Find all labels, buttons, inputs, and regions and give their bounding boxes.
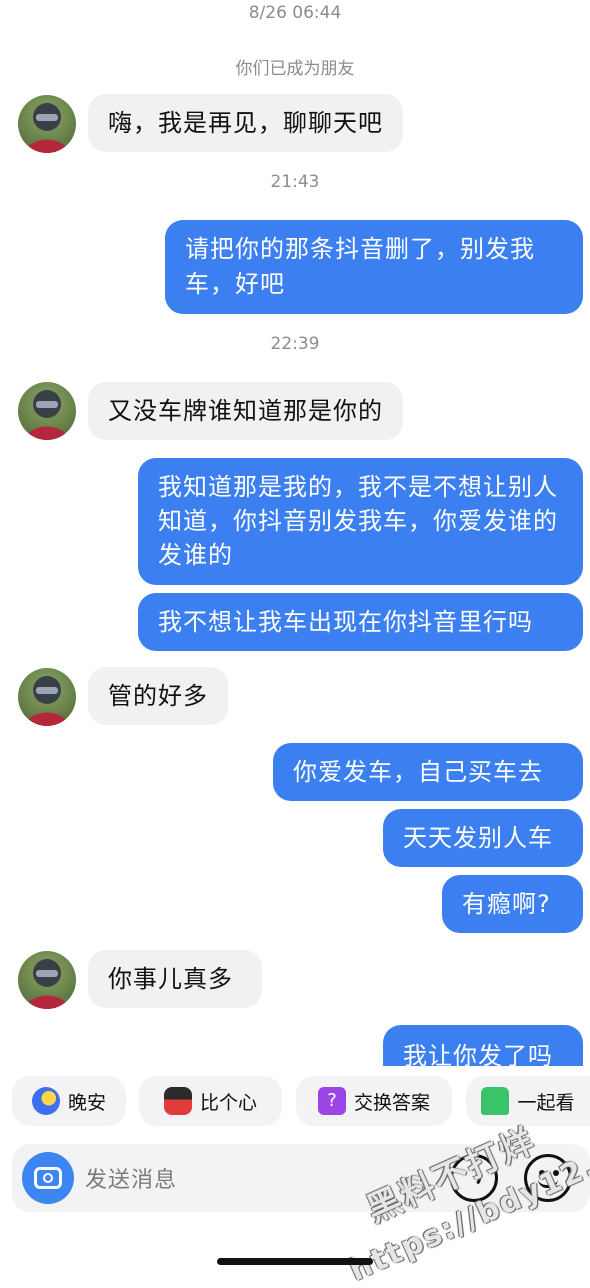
avatar[interactable]	[18, 95, 76, 153]
message-bubble-outgoing[interactable]: 你爱发车，自己买车去	[273, 743, 583, 801]
message-bubble-outgoing[interactable]: 我知道那是我的，我不是不想让别人知道，你抖音别发我车，你爱发谁的发谁的	[138, 458, 583, 585]
quick-reply-heart[interactable]: 比个心	[139, 1076, 282, 1126]
message-bubble-outgoing[interactable]: 我不想让我车出现在你抖音里行吗	[138, 593, 583, 651]
quick-reply-watch-together[interactable]: 一起看	[466, 1076, 590, 1126]
message-bubble-incoming[interactable]: 你事儿真多	[88, 950, 262, 1008]
message-bubble-outgoing[interactable]: 请把你的那条抖音删了，别发我车，好吧	[165, 220, 583, 314]
home-indicator	[217, 1258, 373, 1265]
avatar[interactable]	[18, 951, 76, 1009]
camera-icon	[34, 1167, 62, 1189]
heart-gesture-icon	[163, 1087, 192, 1115]
timestamp: 22:39	[270, 334, 320, 354]
message-input[interactable]: 发送消息	[85, 1162, 177, 1194]
quick-reply-label: 交换答案	[353, 1091, 430, 1114]
quick-reply-label: 比个心	[199, 1091, 257, 1114]
camera-button[interactable]	[22, 1152, 74, 1204]
moon-icon	[31, 1087, 60, 1115]
quick-reply-label: 一起看	[517, 1091, 575, 1114]
avatar[interactable]	[18, 382, 76, 440]
quick-reply-exchange-answer[interactable]: ? 交换答案	[296, 1076, 452, 1126]
timestamp: 8/26 06:44	[248, 3, 342, 23]
quick-reply-goodnight[interactable]: 晚安	[12, 1076, 126, 1126]
message-bubble-outgoing[interactable]: 天天发别人车	[383, 809, 583, 867]
timestamp: 21:43	[270, 172, 320, 192]
quick-reply-label: 晚安	[67, 1091, 106, 1114]
sofa-icon	[481, 1087, 510, 1115]
avatar[interactable]	[18, 668, 76, 726]
message-bubble-incoming[interactable]: 管的好多	[88, 667, 228, 725]
message-bubble-outgoing[interactable]: 有瘾啊?	[442, 875, 583, 933]
message-bubble-incoming[interactable]: 又没车牌谁知道那是你的	[88, 382, 403, 440]
system-notice: 你们已成为朋友	[235, 59, 355, 79]
message-bubble-incoming[interactable]: 嗨，我是再见，聊聊天吧	[88, 94, 403, 152]
question-icon: ?	[317, 1087, 346, 1115]
